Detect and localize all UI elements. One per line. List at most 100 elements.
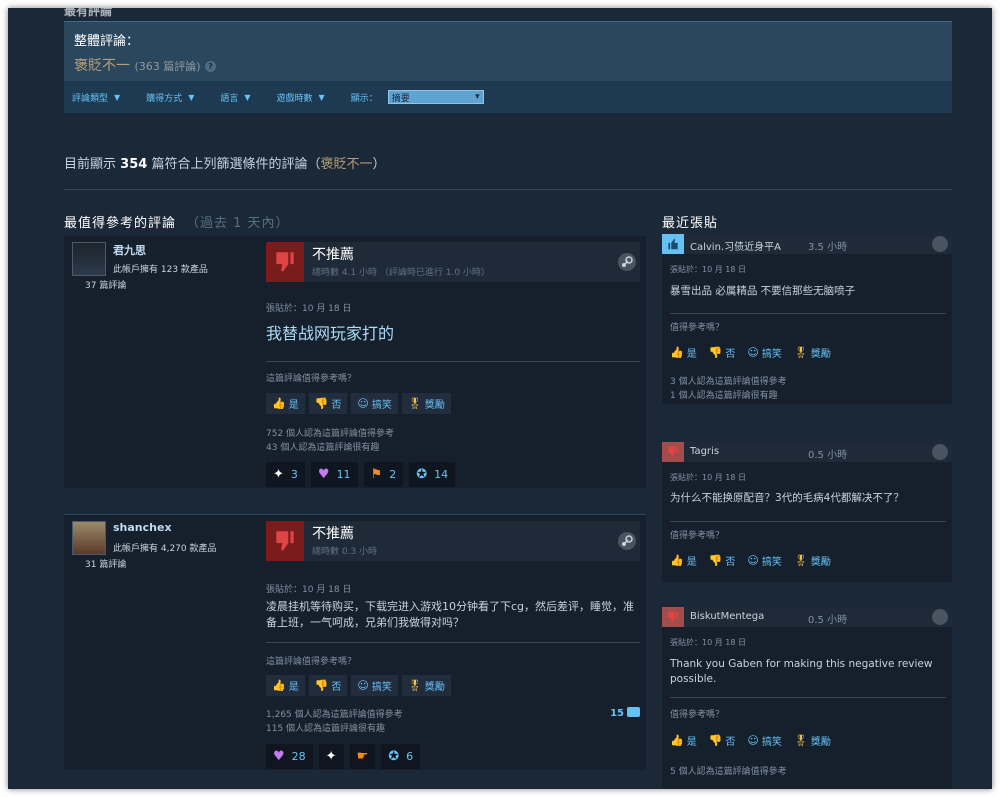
heart-hands-icon: ♥ <box>317 467 330 482</box>
vote-no-button[interactable]: 👎 否 <box>709 550 736 570</box>
select-arrow-icon: ▾ <box>475 92 480 102</box>
vote-yes-button[interactable]: 👍 是 <box>670 342 697 362</box>
post-author[interactable]: Tagris <box>690 446 719 457</box>
review-hours: 總時數 4.1 小時 （評論時已進行 1.0 小時） <box>312 268 490 278</box>
recent-post-header[interactable]: Tagris 0.5 小時 <box>662 442 952 462</box>
helpful-stats: 3 個人認為這篇評論值得參考 1 個人認為這篇評論很有趣 <box>670 377 787 401</box>
vote-funny-button[interactable]: ☺ 搞笑 <box>351 675 398 696</box>
award-badge[interactable]: ☛ <box>349 744 376 769</box>
recent-post-header[interactable]: Calvin.习债近身平A 3.5 小時 <box>662 234 952 254</box>
avatar[interactable] <box>72 521 106 555</box>
help-icon[interactable]: ? <box>204 61 216 72</box>
vote-no-button[interactable]: 👎 否 <box>308 675 348 696</box>
review-header[interactable]: 不推薦 總時數 0.3 小時 <box>266 521 640 561</box>
vote-no-button[interactable]: 👎 否 <box>709 342 736 362</box>
helpful-question: 值得參考嗎？ <box>670 710 725 720</box>
vote-yes-button[interactable]: 👍 是 <box>266 393 305 414</box>
overall-reviews-summary: 整體評論： 褒貶不一 (363 篇評論) ? <box>64 21 952 81</box>
review-posted-date: 張貼於：10 月 18 日 <box>266 585 352 595</box>
post-hours: 3.5 小時 <box>808 242 848 253</box>
author-name[interactable]: shanchex <box>113 521 172 534</box>
vote-yes-button[interactable]: 👍 是 <box>670 550 697 570</box>
caret-down-icon: ▼ <box>318 92 325 102</box>
post-hours: 0.5 小時 <box>808 450 848 461</box>
steam-icon <box>932 236 948 252</box>
recent-post: BiskutMentega 0.5 小時 張貼於：10 月 18 日 Thank… <box>662 607 952 789</box>
vote-yes-button[interactable]: 👍 是 <box>670 730 697 750</box>
helpful-question: 值得參考嗎？ <box>670 323 725 333</box>
review-verdict: 不推薦 <box>312 247 354 263</box>
vote-funny-button[interactable]: ☺ 搞笑 <box>747 550 781 570</box>
post-author[interactable]: BiskutMentega <box>690 611 764 622</box>
author-reviews[interactable]: 31 篇評論 <box>85 557 126 570</box>
display-select[interactable]: 摘要 ▾ <box>387 90 484 104</box>
author-reviews[interactable]: 37 篇評論 <box>85 278 126 291</box>
vote-no-button[interactable]: 👎 否 <box>308 393 348 414</box>
filter-playtime[interactable]: 遊戲時數 ▼ <box>277 91 325 104</box>
award-button[interactable]: 🎖 獎勵 <box>794 342 831 362</box>
review-verdict: 不推薦 <box>312 526 354 542</box>
award-ribbon-icon: 🎖 <box>407 679 422 692</box>
divider <box>670 521 946 522</box>
award-button[interactable]: 🎖 獎勵 <box>401 393 451 414</box>
review-posted-date: 張貼於：10 月 18 日 <box>266 304 352 314</box>
filter-purchase-type[interactable]: 購得方式 ▼ <box>146 91 194 104</box>
vote-funny-button[interactable]: ☺ 搞笑 <box>351 393 398 414</box>
vote-yes-button[interactable]: 👍 是 <box>266 675 305 696</box>
thumbs-down-icon: 👎 <box>708 733 723 747</box>
award-ribbon-icon: 🎖 <box>407 397 422 410</box>
comments-link[interactable]: 15 <box>610 707 640 719</box>
filter-review-type[interactable]: 評論類型 ▼ <box>72 91 120 104</box>
author-products[interactable]: 此帳戶擁有 4,270 款產品 <box>113 541 217 554</box>
thumbs-up-icon: 👍 <box>670 345 684 359</box>
recent-post-header[interactable]: BiskutMentega 0.5 小時 <box>662 607 952 627</box>
bat-wings-icon: ✦ <box>273 467 284 482</box>
thumbs-up-icon: 👍 <box>272 397 286 410</box>
thumbs-up-icon <box>662 234 684 254</box>
avatar[interactable] <box>72 242 106 276</box>
award-button[interactable]: 🎖 獎勵 <box>794 730 831 750</box>
vote-funny-button[interactable]: ☺ 搞笑 <box>747 730 781 750</box>
post-date: 張貼於：10 月 18 日 <box>670 638 746 647</box>
thumbs-up-icon: 👍 <box>670 553 684 567</box>
thumbs-up-icon: 👍 <box>272 679 286 692</box>
author-products[interactable]: 此帳戶擁有 123 款產品 <box>113 262 208 275</box>
review-card: shanchex 此帳戶擁有 4,270 款產品 31 篇評論 不推薦 總時數 … <box>64 514 646 770</box>
award-badge[interactable]: ✦ <box>318 744 344 769</box>
steam-icon <box>618 253 636 271</box>
award-badge[interactable]: ♥ 11 <box>310 462 358 487</box>
overall-rating[interactable]: 褒貶不一 <box>74 58 130 74</box>
smiley-icon: ☺ <box>747 733 759 747</box>
thumbs-down-icon <box>662 607 684 627</box>
award-badge[interactable]: ⚑ 2 <box>363 462 404 487</box>
thumbs-down-icon: 👎 <box>314 397 329 410</box>
review-filter-bar: 評論類型 ▼ 購得方式 ▼ 語言 ▼ 遊戲時數 ▼ 顯示： 摘要 ▾ <box>64 81 952 113</box>
vote-no-button[interactable]: 👎 否 <box>709 730 736 750</box>
most-helpful-title: 最值得參考的評論 （過去 1 天內） <box>64 216 290 231</box>
award-badge[interactable]: ♥ 28 <box>266 744 313 769</box>
helpful-stats: 752 個人認為這篇評論值得參考 43 個人認為這篇評論很有趣 <box>266 429 395 453</box>
award-button[interactable]: 🎖 獎勵 <box>401 675 451 696</box>
recently-posted-title: 最近張貼 <box>662 216 719 231</box>
award-ribbon-icon: 🎖 <box>793 553 808 567</box>
review-header[interactable]: 不推薦 總時數 4.1 小時 （評論時已進行 1.0 小時） <box>266 242 640 282</box>
thumbs-down-icon <box>266 521 304 561</box>
post-author[interactable]: Calvin.习债近身平A <box>690 238 781 253</box>
award-badge[interactable]: ✪ 6 <box>381 744 421 769</box>
vote-funny-button[interactable]: ☺ 搞笑 <box>747 342 781 362</box>
award-ribbon-icon: ✪ <box>388 749 400 764</box>
thumbs-down-icon: 👎 <box>708 345 723 359</box>
filter-language[interactable]: 語言 ▼ <box>220 91 250 104</box>
helpful-question: 這篇評論值得參考嗎？ <box>266 657 357 667</box>
vote-buttons: 👍 是 👎 否 ☺ 搞笑 🎖 獎勵 <box>670 550 843 570</box>
caret-down-icon: ▼ <box>244 92 251 102</box>
author-name[interactable]: 君九思 <box>113 242 146 258</box>
award-badge[interactable]: ✪ 14 <box>409 462 456 487</box>
award-badge[interactable]: ✦ 3 <box>266 462 305 487</box>
recent-post: Tagris 0.5 小時 張貼於：10 月 18 日 为什么不能换原配音？3代… <box>662 442 952 582</box>
steam-icon <box>932 609 948 625</box>
award-button[interactable]: 🎖 獎勵 <box>794 550 831 570</box>
recent-post: Calvin.习债近身平A 3.5 小時 張貼於：10 月 18 日 暴雪出品 … <box>662 234 952 404</box>
post-date: 張貼於：10 月 18 日 <box>670 265 746 274</box>
awards-row: ✦ 3 ♥ 11 ⚑ 2 ✪ 14 <box>266 462 461 487</box>
